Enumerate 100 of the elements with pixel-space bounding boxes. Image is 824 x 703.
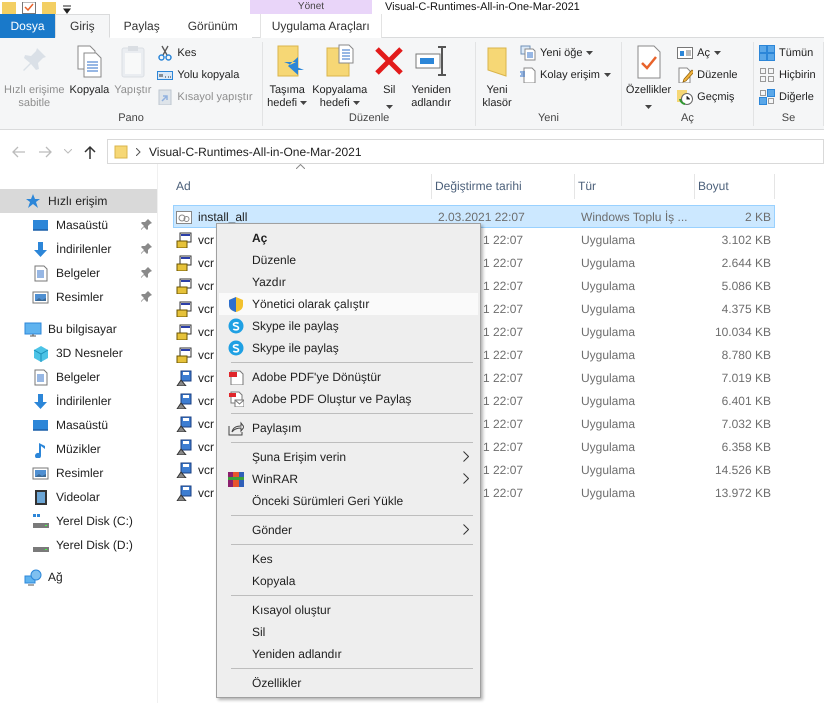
sidebar-item[interactable]: İndirilenler <box>0 237 157 261</box>
menu-item[interactable]: Aç <box>219 227 478 249</box>
pencil-document-icon <box>677 67 694 83</box>
menu-item[interactable]: Yazdır <box>219 271 478 293</box>
sort-caret-icon <box>296 164 305 169</box>
column-header[interactable]: Değiştirme tarihi <box>432 174 575 199</box>
chevron-down-icon[interactable] <box>64 149 72 154</box>
books-icon <box>228 471 244 487</box>
sidebar-item[interactable]: 3D Nesneler <box>0 341 157 365</box>
file-name[interactable]: vcr <box>198 394 214 408</box>
sidebar-item[interactable]: Yerel Disk (C:) <box>0 509 157 533</box>
forward-arrow-icon[interactable] <box>38 146 52 158</box>
back-arrow-icon[interactable] <box>12 146 26 158</box>
file-name[interactable]: vcr <box>198 462 214 476</box>
file-name[interactable]: vcr <box>198 370 214 384</box>
column-header[interactable]: Ad <box>173 174 432 199</box>
menu-item[interactable]: Paylaşım <box>219 417 478 439</box>
menu-item[interactable]: Sil <box>219 621 478 643</box>
cube-icon <box>32 344 50 362</box>
file-name[interactable]: vcr <box>198 278 214 292</box>
sidebar-item[interactable]: Masaüstü <box>0 413 157 437</box>
sidebar-item[interactable]: Belgeler <box>0 365 157 389</box>
ribbon-button[interactable]: Geçmiş <box>674 88 741 106</box>
ribbon-button[interactable]: Kopyalama hedefi <box>310 42 370 112</box>
grid-icon <box>759 89 775 105</box>
sidebar-item[interactable]: İndirilenler <box>0 389 157 413</box>
column-header[interactable]: Tür <box>575 174 695 199</box>
table-cell-text: 5.086 KB <box>720 278 772 292</box>
up-arrow-icon[interactable] <box>84 144 96 158</box>
menu-item[interactable]: Kes <box>219 548 478 570</box>
address-bar[interactable]: Visual-C-Runtimes-All-in-One-Mar-2021 <box>107 139 824 164</box>
ribbon-button[interactable]: Yeni klasör <box>478 42 516 112</box>
sidebar-item[interactable]: Hızlı erişim <box>0 189 157 213</box>
ribbon-button[interactable]: Tümün <box>756 44 819 62</box>
sidebar-item[interactable]: Resimler <box>0 285 157 309</box>
group-label: Pano <box>117 112 145 126</box>
ribbon-button[interactable]: Taşıma hedefi <box>265 42 310 112</box>
film-icon <box>32 488 50 506</box>
file-name[interactable]: vcr <box>198 324 214 338</box>
dropdown-icon[interactable] <box>62 4 72 14</box>
ribbon-button[interactable]: Özellikler <box>624 42 674 112</box>
file-name[interactable]: vcr <box>198 486 214 500</box>
folder-path: Visual-C-Runtimes-All-in-One-Mar-2021 <box>149 144 362 158</box>
file-name[interactable]: vcr <box>198 302 214 316</box>
installer-disk-icon <box>176 370 192 386</box>
table-cell-text: 1 22:07 <box>482 324 524 338</box>
menu-item[interactable]: WinRAR <box>219 468 478 490</box>
ribbon-button[interactable]: Kolay erişim <box>517 66 614 84</box>
ribbon-button[interactable]: Yeniden adlandır <box>409 42 454 112</box>
sidebar-item[interactable]: Ağ <box>0 565 157 589</box>
sidebar-item[interactable]: Resimler <box>0 461 157 485</box>
star-icon <box>24 192 42 210</box>
ribbon-button[interactable]: Düzenle <box>674 66 741 84</box>
file-name[interactable]: vcr <box>198 348 214 362</box>
sidebar-label: 3D Nesneler <box>56 346 123 360</box>
column-header[interactable]: Boyut <box>695 174 775 199</box>
menu-item[interactable]: Önceki Sürümleri Geri Yükle <box>219 490 478 512</box>
menu-item[interactable]: Gönder <box>219 519 478 541</box>
checkmark-document-icon[interactable] <box>22 2 36 14</box>
menu-item[interactable]: Özellikler <box>219 672 478 694</box>
ribbon-button[interactable]: Sil <box>370 42 408 112</box>
sidebar-item[interactable]: Belgeler <box>0 261 157 285</box>
skype-icon <box>228 318 244 334</box>
ribbon-button[interactable]: Hiçbirin <box>756 66 819 84</box>
menu-item[interactable]: Şuna Erişim verin <box>219 446 478 468</box>
sidebar-label: Masaüstü <box>56 218 108 232</box>
file-name[interactable]: vcr <box>198 256 214 270</box>
menu-item[interactable]: Düzenle <box>219 249 478 271</box>
ribbon-tab[interactable]: Uygulama Araçları <box>260 14 382 38</box>
ribbon-button[interactable]: Yeni öğe <box>517 44 614 62</box>
file-name[interactable]: install_all <box>198 210 248 224</box>
sidebar-item[interactable]: Yerel Disk (D:) <box>0 533 157 557</box>
menu-item[interactable]: Adobe PDF Oluştur ve Paylaş <box>219 388 478 410</box>
ribbon-tab[interactable]: Giriş <box>55 14 110 38</box>
ribbon-button[interactable]: Kes <box>154 44 256 62</box>
sidebar-label: Hızlı erişim <box>48 194 108 208</box>
file-name[interactable]: vcr <box>198 416 214 430</box>
sidebar-item[interactable]: Videolar <box>0 485 157 509</box>
file-tab[interactable]: Dosya <box>0 14 55 38</box>
file-name[interactable]: vcr <box>198 440 214 454</box>
folder-icon[interactable] <box>42 2 56 14</box>
sidebar-item[interactable]: Bu bilgisayar <box>0 317 157 341</box>
menu-item[interactable]: Yönetici olarak çalıştır <box>219 293 478 315</box>
menu-item[interactable]: Yeniden adlandır <box>219 643 478 665</box>
ribbon-button[interactable]: Yolu kopyala <box>154 66 256 84</box>
sidebar-item[interactable]: Müzikler <box>0 437 157 461</box>
menu-item[interactable]: Kopyala <box>219 570 478 592</box>
ribbon-button[interactable]: Aç <box>674 44 741 62</box>
sidebar-item[interactable]: Masaüstü <box>0 213 157 237</box>
setup-box-icon <box>176 324 192 340</box>
file-name[interactable]: vcr <box>198 232 214 246</box>
ribbon-button[interactable]: Diğerle <box>756 88 819 106</box>
menu-item[interactable]: Skype ile paylaş <box>219 315 478 337</box>
menu-item[interactable]: Adobe PDF'ye Dönüştür <box>219 366 478 388</box>
menu-item[interactable]: Skype ile paylaş <box>219 337 478 359</box>
menu-item[interactable]: Kısayol oluştur <box>219 599 478 621</box>
ribbon-button[interactable]: Kopyala <box>68 42 112 112</box>
sidebar-label: Resimler <box>56 466 104 480</box>
pdf-envelope-icon <box>228 391 244 407</box>
setup-box-icon <box>176 346 192 362</box>
